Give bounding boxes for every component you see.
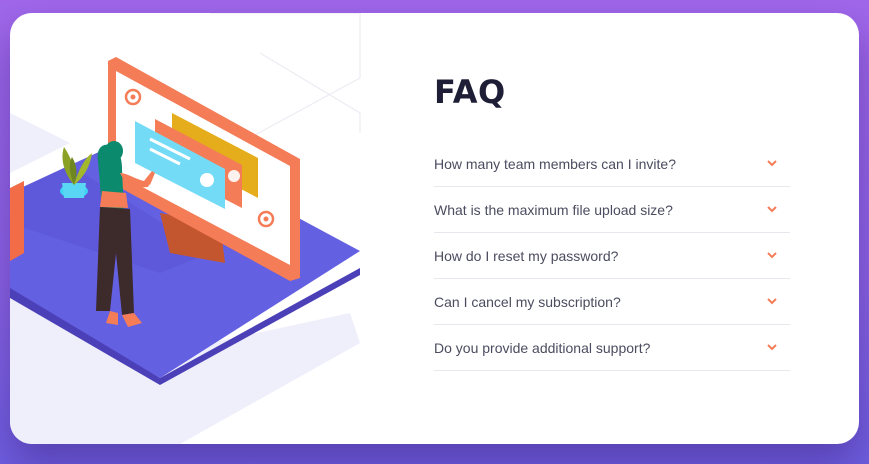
chevron-down-icon[interactable]	[766, 204, 778, 216]
chevron-down-icon[interactable]	[766, 342, 778, 354]
faq-item[interactable]: How do I reset my password?	[434, 233, 790, 279]
faq-item[interactable]: What is the maximum file upload size?	[434, 187, 790, 233]
faq-question: Can I cancel my subscription?	[434, 293, 621, 310]
faq-question: What is the maximum file upload size?	[434, 201, 673, 218]
chevron-down-icon[interactable]	[766, 296, 778, 308]
chevron-down-icon[interactable]	[766, 250, 778, 262]
faq-list: How many team members can I invite? What…	[434, 141, 790, 371]
faq-item[interactable]: Do you provide additional support?	[434, 325, 790, 371]
faq-item[interactable]: How many team members can I invite?	[434, 141, 790, 187]
chevron-down-icon[interactable]	[766, 158, 778, 170]
faq-section: FAQ How many team members can I invite? …	[434, 73, 790, 371]
faq-question: How do I reset my password?	[434, 247, 619, 264]
woman-online-illustration	[10, 13, 361, 444]
faq-card: FAQ How many team members can I invite? …	[10, 13, 859, 444]
faq-question: Do you provide additional support?	[434, 339, 651, 356]
faq-item[interactable]: Can I cancel my subscription?	[434, 279, 790, 325]
faq-title: FAQ	[434, 73, 506, 111]
faq-question: How many team members can I invite?	[434, 155, 676, 172]
